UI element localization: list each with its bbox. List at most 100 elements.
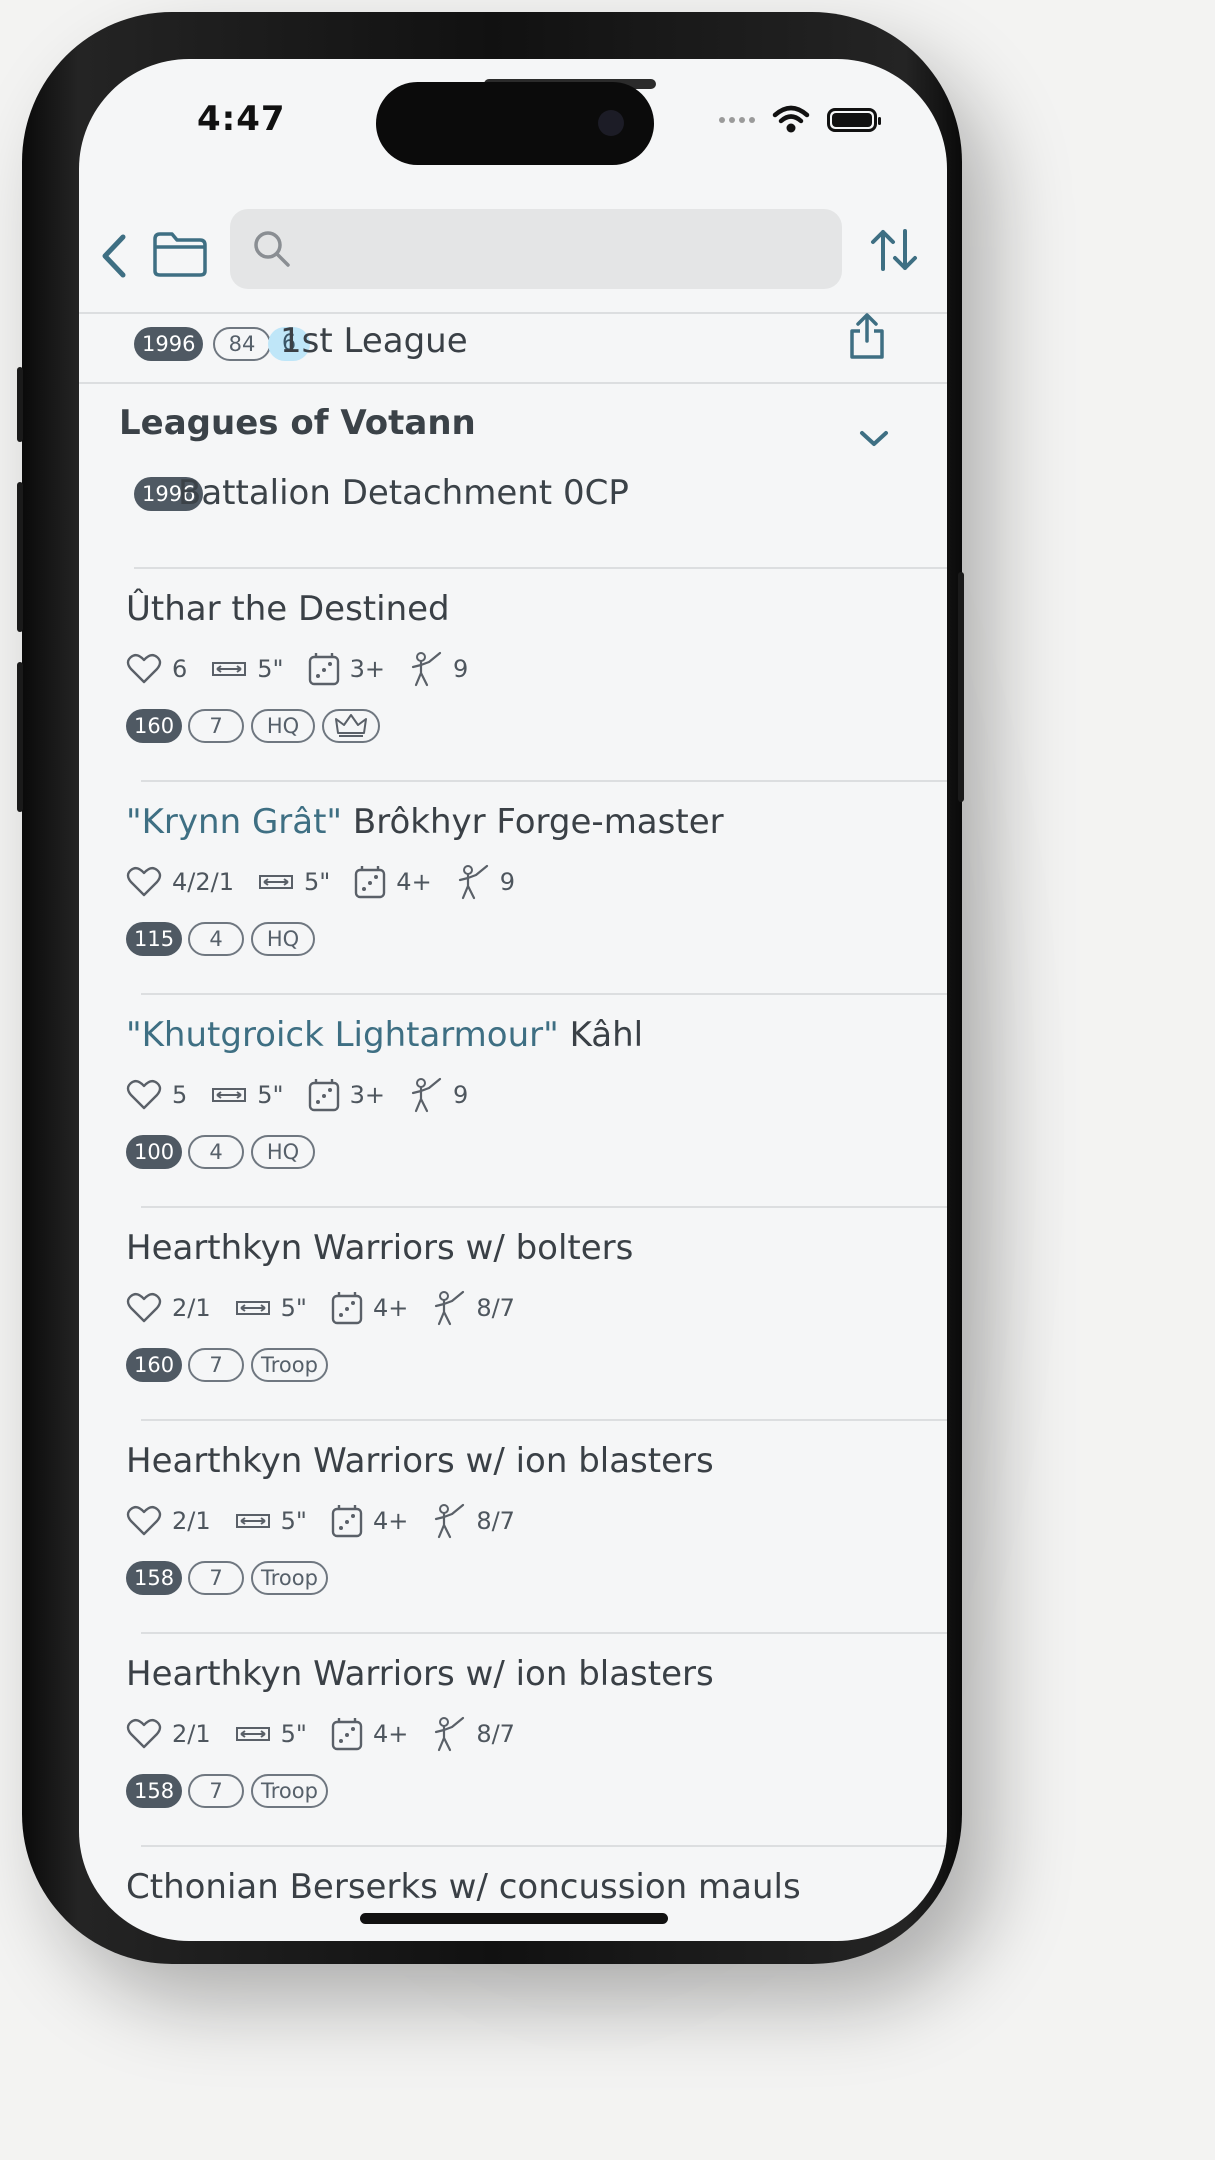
- leadership-icon: [411, 651, 442, 687]
- chevron-down-icon[interactable]: [859, 429, 889, 449]
- leadership-value: 8/7: [476, 1507, 515, 1535]
- dice-icon: [331, 1505, 363, 1538]
- unit-title: Kâhl: [569, 1015, 644, 1055]
- unit-title: Brôkhyr Forge-master: [352, 802, 724, 842]
- unit-role-badge: Troop: [251, 1561, 328, 1595]
- move-value: 5": [257, 655, 284, 683]
- unit-row[interactable]: Hearthkyn Warriors w/ ion blasters 2/1 5" 4…: [79, 1634, 947, 1847]
- move-value: 5": [303, 868, 331, 896]
- leadership-icon: [435, 1716, 465, 1752]
- unit-name: Cthonian Berserks w/ concussion mauls: [126, 1867, 801, 1907]
- points-badge: 1996: [134, 327, 204, 361]
- leadership-value: 9: [452, 1081, 469, 1109]
- wounds-value: 2/1: [172, 1294, 211, 1322]
- unit-name: Hearthkyn Warriors w/ ion blasters: [126, 1441, 714, 1481]
- move-icon: [212, 1088, 247, 1102]
- leadership-value: 9: [452, 655, 469, 683]
- folder-icon[interactable]: [152, 231, 208, 277]
- heart-icon: [126, 1292, 162, 1323]
- unit-nickname: "Khutgroick Lightarmour": [126, 1015, 559, 1055]
- leadership-icon: [435, 1503, 465, 1539]
- unit-name: "Krynn Grât" Brôkhyr Forge-master: [126, 802, 724, 842]
- leadership-value: 8/7: [476, 1720, 515, 1748]
- unit-row[interactable]: Ûthar the Destined 6 5" 3+ 9 160 7 HQ: [79, 569, 947, 782]
- wounds-value: 2/1: [172, 1720, 211, 1748]
- back-icon[interactable]: [97, 231, 131, 281]
- save-value: 3+: [349, 655, 385, 683]
- signal-icon: [719, 117, 755, 123]
- unit-row[interactable]: "Khutgroick Lightarmour" Kâhl 5 5" 3+ 9 100 4 H…: [79, 995, 947, 1208]
- unit-stats: 5 5" 3+ 9: [126, 1077, 492, 1113]
- unit-power-badge: 7: [188, 709, 244, 743]
- leadership-icon: [435, 1290, 465, 1326]
- dice-icon: [308, 653, 339, 686]
- unit-stats: 2/1 5" 4+ 8/7: [126, 1290, 539, 1326]
- dynamic-island: [376, 82, 654, 165]
- phone-frame: 4:47 1996 84 6 1st League Leagues of Vot…: [17, 12, 964, 1964]
- move-value: 5": [280, 1507, 307, 1535]
- move-value: 5": [280, 1294, 307, 1322]
- heart-icon: [126, 1505, 162, 1536]
- wifi-icon: [772, 105, 810, 133]
- sort-icon[interactable]: [869, 227, 919, 273]
- unit-stats: 2/1 5" 4+ 8/7: [126, 1503, 539, 1539]
- move-icon: [258, 875, 293, 889]
- heart-icon: [126, 1079, 162, 1110]
- detachment-section[interactable]: Leagues of Votann 1996 Battalion Detachm…: [79, 381, 947, 515]
- save-value: 4+: [372, 1507, 409, 1535]
- move-icon: [235, 1514, 270, 1528]
- dice-icon: [331, 1718, 363, 1751]
- league-header[interactable]: 1996 84 6 1st League: [79, 309, 947, 379]
- move-value: 5": [257, 1081, 284, 1109]
- navigation-bar: [79, 209, 947, 309]
- unit-points-badge: 158: [126, 1561, 183, 1595]
- unit-power-badge: 7: [188, 1348, 244, 1382]
- unit-title: Hearthkyn Warriors w/ ion blasters: [126, 1441, 714, 1481]
- unit-name: Ûthar the Destined: [126, 589, 450, 629]
- leadership-icon: [411, 1077, 442, 1113]
- save-value: 4+: [372, 1294, 409, 1322]
- unit-row[interactable]: Hearthkyn Warriors w/ ion blasters 2/1 5" 4…: [79, 1421, 947, 1634]
- unit-role-badge: HQ: [251, 709, 315, 743]
- unit-stats: 2/1 5" 4+ 8/7: [126, 1716, 539, 1752]
- search-input[interactable]: [230, 209, 842, 289]
- unit-stats: 4/2/1 5" 4+ 9: [126, 864, 539, 900]
- unit-power-badge: 7: [188, 1774, 244, 1808]
- wounds-value: 6: [172, 655, 188, 683]
- unit-points-badge: 160: [126, 1348, 183, 1382]
- unit-row[interactable]: "Krynn Grât" Brôkhyr Forge-master 4/2/1 5"…: [79, 782, 947, 995]
- wounds-value: 4/2/1: [172, 868, 234, 896]
- leadership-value: 9: [499, 868, 515, 896]
- unit-role-badge: Troop: [251, 1774, 328, 1808]
- move-icon: [212, 662, 247, 676]
- heart-icon: [126, 1718, 162, 1749]
- crown-icon: [335, 713, 367, 737]
- unit-name: Hearthkyn Warriors w/ bolters: [126, 1228, 633, 1268]
- save-value: 3+: [349, 1081, 385, 1109]
- dice-icon: [331, 1292, 363, 1325]
- unit-points-badge: 158: [126, 1774, 183, 1808]
- unit-row[interactable]: Hearthkyn Warriors w/ bolters 2/1 5" 4+ 8/7 1…: [79, 1208, 947, 1421]
- unit-power-badge: 4: [188, 922, 244, 956]
- warlord-badge: [322, 709, 380, 743]
- unit-name: Hearthkyn Warriors w/ ion blasters: [126, 1654, 714, 1694]
- share-icon[interactable]: [847, 311, 887, 361]
- battery-icon: [827, 108, 881, 132]
- unit-title: Ûthar the Destined: [126, 589, 450, 629]
- app-screen: 4:47 1996 84 6 1st League Leagues of Vot…: [79, 59, 947, 1941]
- unit-points-badge: 100: [126, 1135, 183, 1169]
- home-indicator: [360, 1913, 668, 1924]
- move-icon: [235, 1301, 270, 1315]
- leadership-value: 8/7: [476, 1294, 515, 1322]
- unit-power-badge: 7: [188, 1561, 244, 1595]
- unit-row[interactable]: Cthonian Berserks w/ concussion mauls: [79, 1847, 947, 1941]
- leadership-icon: [458, 864, 488, 900]
- unit-role-badge: HQ: [251, 922, 315, 956]
- count-badge: 84: [213, 327, 271, 361]
- dice-icon: [355, 866, 386, 899]
- search-icon: [254, 231, 290, 267]
- status-icons: [719, 105, 881, 135]
- unit-title: Cthonian Berserks w/ concussion mauls: [126, 1867, 801, 1907]
- league-title: 1st League: [280, 321, 468, 361]
- heart-icon: [126, 866, 162, 897]
